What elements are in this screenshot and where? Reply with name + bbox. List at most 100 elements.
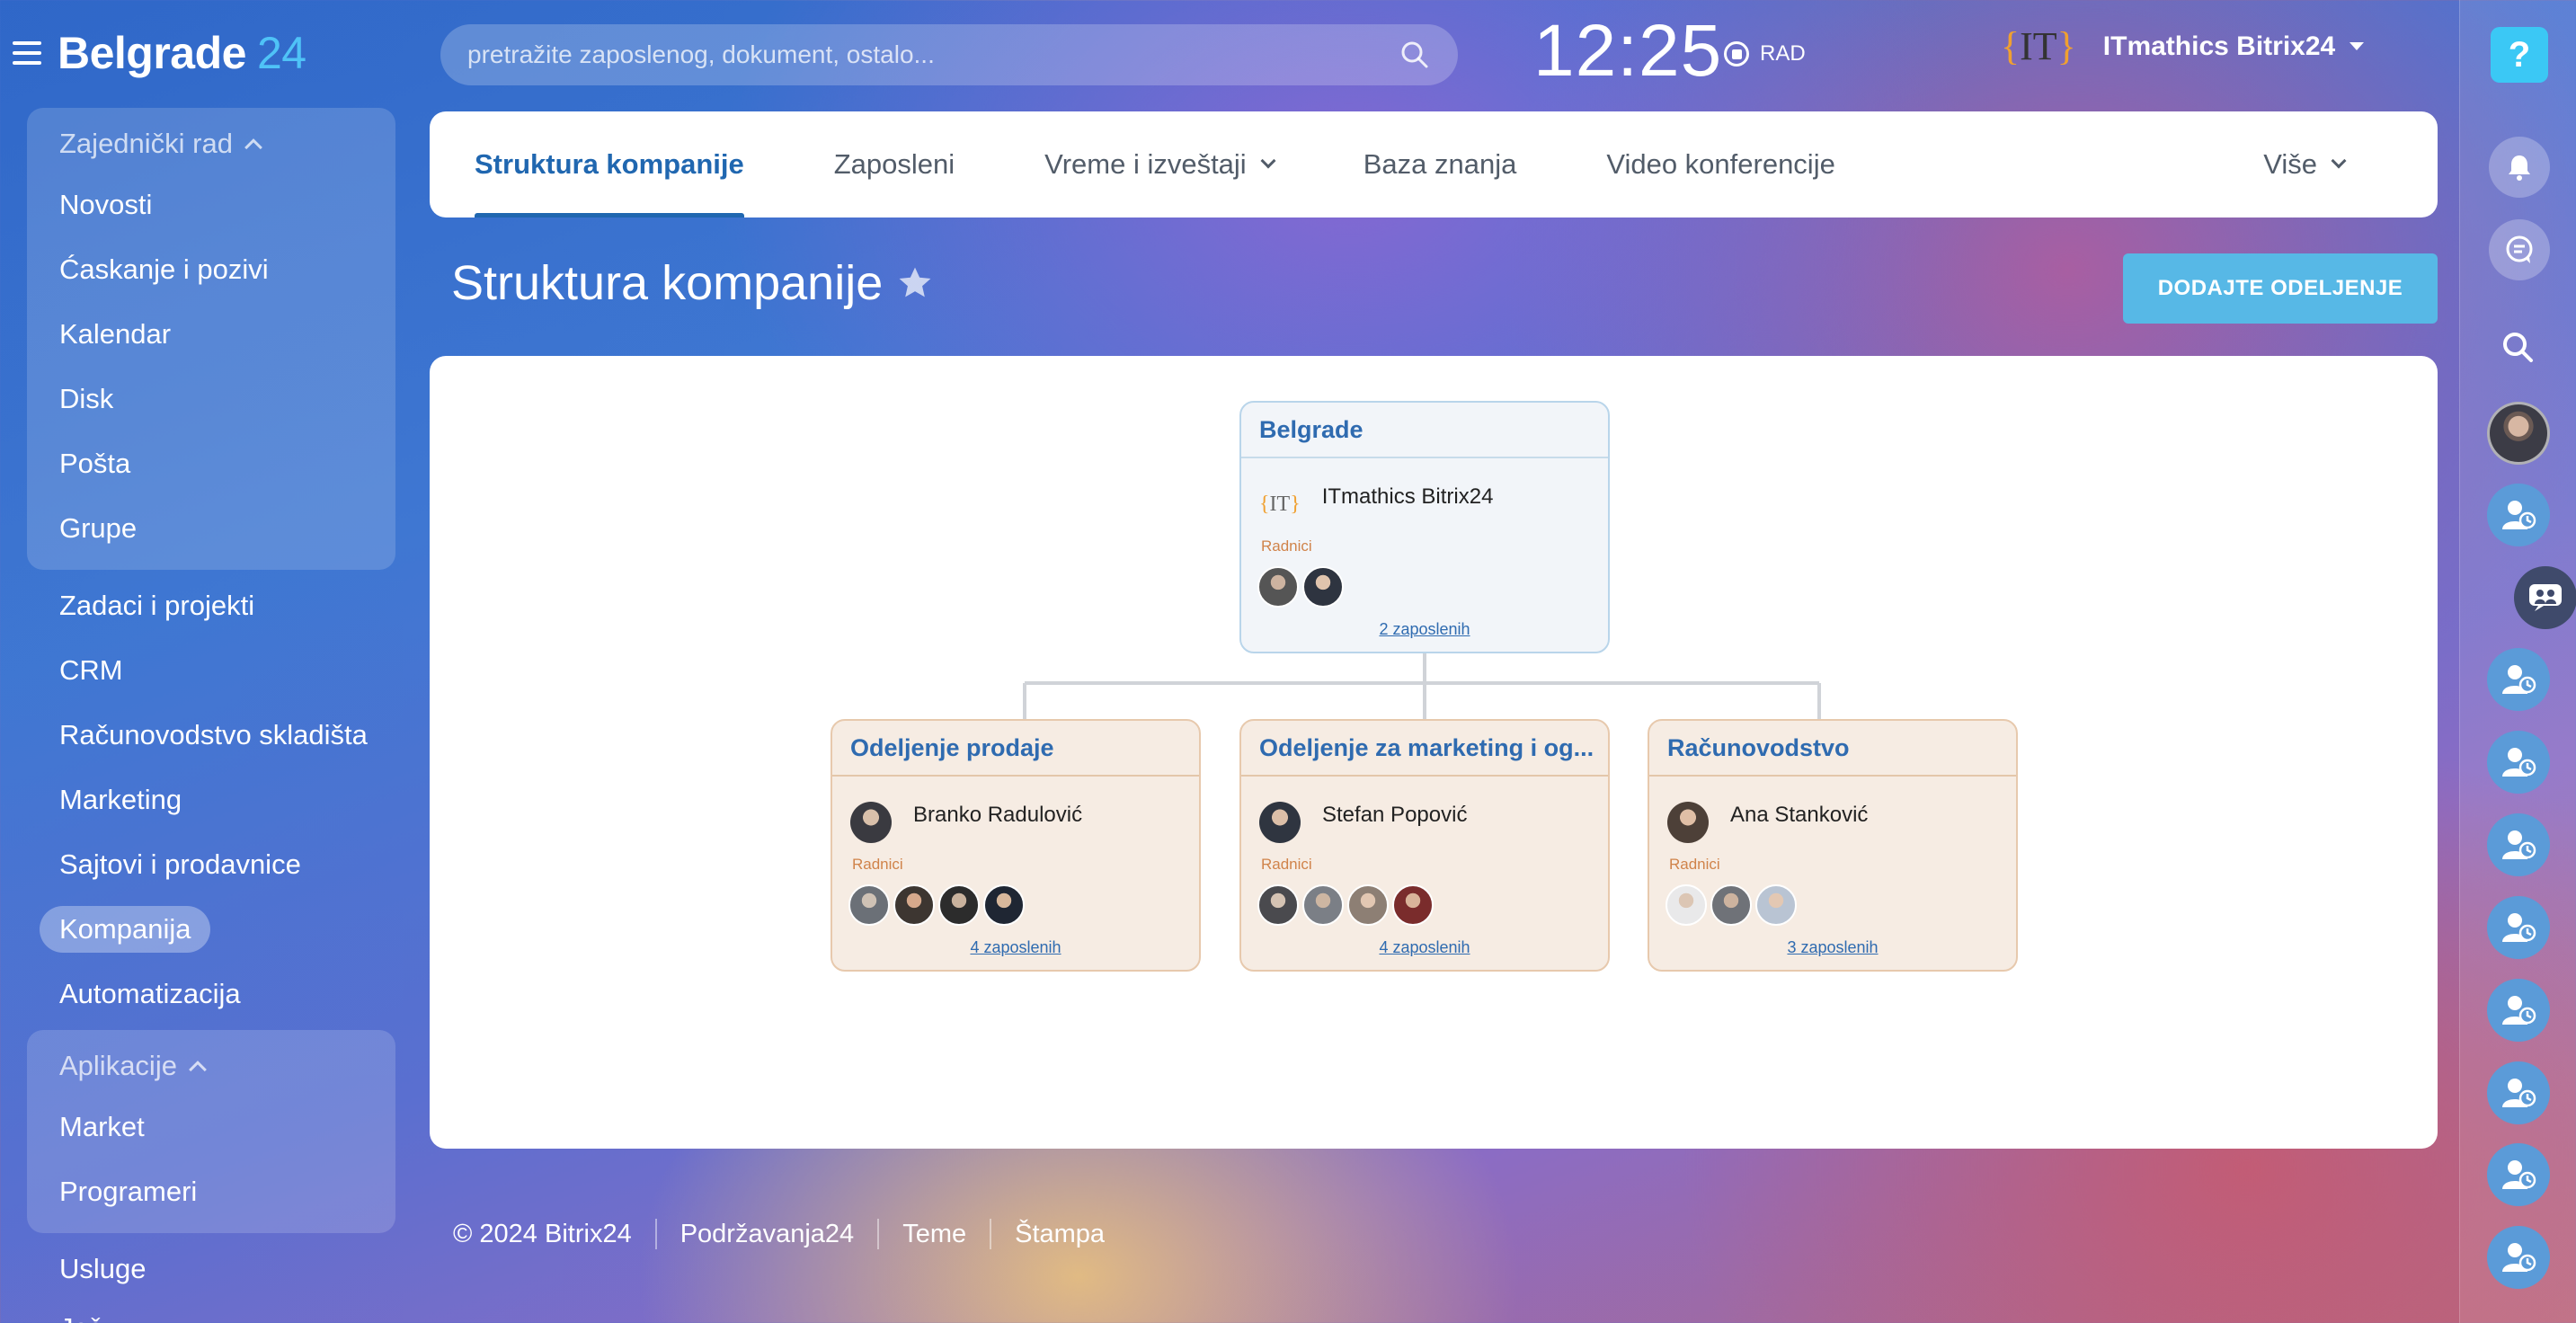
sidebar-item-usluge[interactable]: Usluge	[0, 1237, 413, 1301]
company-name: ITmathics Bitrix24	[2102, 31, 2336, 61]
tab-zaposleni[interactable]: Zaposleni	[834, 111, 955, 218]
head-avatar[interactable]	[1259, 802, 1301, 843]
tab-vreme[interactable]: Vreme i izveštaji	[1044, 111, 1276, 218]
sidebar-item-automatizacija[interactable]: Automatizacija	[0, 962, 413, 1026]
employee-avatar[interactable]	[893, 884, 935, 926]
sidebar-item-marketing[interactable]: Marketing	[0, 768, 413, 832]
right-rail: ?	[2459, 0, 2576, 1323]
contact-avatar-icon[interactable]	[2487, 731, 2550, 794]
employee-avatar[interactable]	[1302, 884, 1344, 926]
footer-link-print[interactable]: Štampa	[1015, 1220, 1105, 1249]
contact-avatar-icon[interactable]	[2487, 896, 2550, 959]
contact-avatar-icon[interactable]	[2487, 1061, 2550, 1124]
sidebar-item-kalendar[interactable]: Kalendar	[27, 302, 395, 367]
employee-avatar[interactable]	[1257, 566, 1299, 608]
chevron-down-icon	[2349, 42, 2365, 50]
node-head: {IT} ITmathics Bitrix24	[1241, 458, 1608, 534]
head-avatar[interactable]	[850, 802, 892, 843]
sidebar-item-grupe[interactable]: Grupe	[27, 496, 395, 561]
employee-avatars	[1241, 884, 1608, 928]
contact-avatar-icon[interactable]	[2487, 648, 2550, 711]
tab-video-konferencije[interactable]: Video konferencije	[1606, 111, 1835, 218]
head-name: Stefan Popović	[1322, 803, 1468, 827]
top-tabs: Struktura kompanije Zaposleni Vreme i iz…	[430, 111, 2438, 218]
clock[interactable]: 12:25	[1533, 9, 1722, 93]
tab-more[interactable]: Više	[2263, 111, 2347, 218]
search-bar[interactable]	[440, 24, 1458, 85]
employee-count-link[interactable]: 4 zaposlenih	[832, 938, 1199, 970]
employee-avatar[interactable]	[1710, 884, 1752, 926]
footer-divider	[990, 1219, 992, 1249]
search-input[interactable]	[467, 40, 1399, 69]
sidebar-more[interactable]: Još	[0, 1301, 413, 1323]
group-chat-icon[interactable]	[2514, 566, 2576, 629]
org-node-sales[interactable]: Odeljenje prodaje Branko Radulović Radni…	[831, 719, 1201, 972]
messenger-button[interactable]	[2489, 219, 2550, 280]
search-icon[interactable]	[1399, 39, 1431, 71]
employee-avatar[interactable]	[1392, 884, 1434, 926]
star-icon[interactable]	[895, 263, 935, 303]
contact-avatar-icon[interactable]	[2487, 484, 2550, 546]
employee-avatar[interactable]	[848, 884, 890, 926]
head-name: Branko Radulović	[913, 803, 1083, 827]
employee-avatars	[1241, 566, 1608, 609]
employee-avatar[interactable]	[1302, 566, 1344, 608]
head-avatar[interactable]	[1667, 802, 1709, 843]
org-node-marketing[interactable]: Odeljenje za marketing i og... Stefan Po…	[1239, 719, 1610, 972]
org-node-root[interactable]: Belgrade {IT} ITmathics Bitrix24 Radnici…	[1239, 401, 1610, 653]
contact-avatar-icon[interactable]	[2487, 979, 2550, 1042]
node-head: Ana Stanković	[1649, 777, 2016, 852]
notifications-button[interactable]	[2489, 137, 2550, 198]
head-name: ITmathics Bitrix24	[1321, 484, 1494, 509]
sidebar-item-posta[interactable]: Pošta	[27, 431, 395, 496]
sidebar-group-header[interactable]: Zajednički rad	[27, 115, 395, 173]
sidebar-item-market[interactable]: Market	[27, 1095, 395, 1159]
sidebar-item-sajtovi[interactable]: Sajtovi i prodavnice	[0, 832, 413, 897]
chevron-down-icon	[1260, 153, 1276, 169]
workers-label: Radnici	[852, 856, 903, 873]
contact-avatar-icon[interactable]	[2487, 1226, 2550, 1289]
sidebar-item-disk[interactable]: Disk	[27, 367, 395, 431]
contact-avatar-icon[interactable]	[2487, 813, 2550, 876]
employee-avatar[interactable]	[1666, 884, 1707, 926]
contact-avatar-icon[interactable]	[2487, 1143, 2550, 1206]
employee-count-link[interactable]: 3 zaposlenih	[1649, 938, 2016, 970]
sidebar-group-header[interactable]: Aplikacije	[27, 1037, 395, 1095]
company-menu[interactable]: {IT} ITmathics Bitrix24	[2001, 23, 2365, 69]
portal-logo[interactable]: Belgrade 24	[58, 27, 306, 79]
employee-avatar[interactable]	[1257, 884, 1299, 926]
employee-avatar[interactable]	[938, 884, 980, 926]
sidebar-item-caskanje[interactable]: Ćaskanje i pozivi	[27, 237, 395, 302]
help-button[interactable]: ?	[2491, 27, 2548, 83]
menu-burger-icon[interactable]	[13, 41, 41, 65]
employee-count-link[interactable]: 2 zaposlenih	[1241, 620, 1608, 652]
sidebar-item-racunovodstvo[interactable]: Računovodstvo skladišta	[0, 703, 413, 768]
page-title: Struktura kompanije	[451, 255, 935, 311]
employee-count-link[interactable]: 4 zaposlenih	[1241, 938, 1608, 970]
sidebar-item-zadaci[interactable]: Zadaci i projekti	[0, 573, 413, 638]
node-title: Računovodstvo	[1649, 721, 2016, 777]
logo-number: 24	[256, 28, 306, 78]
sidebar-item-kompanija[interactable]: Kompanija	[0, 897, 413, 962]
sidebar-item-programeri[interactable]: Programeri	[27, 1159, 395, 1224]
add-department-button[interactable]: DODAJTE ODELJENJE	[2123, 253, 2438, 324]
sidebar-item-crm[interactable]: CRM	[0, 638, 413, 703]
footer-link-support[interactable]: Podržavanja24	[680, 1220, 854, 1249]
tab-struktura[interactable]: Struktura kompanije	[475, 111, 744, 218]
employee-avatar[interactable]	[1347, 884, 1389, 926]
node-title: Odeljenje prodaje	[832, 721, 1199, 777]
search-icon[interactable]	[2492, 322, 2546, 376]
user-avatar[interactable]	[2487, 402, 2550, 465]
copyright: © 2024 Bitrix24	[453, 1219, 632, 1248]
chat-icon	[2506, 235, 2533, 263]
footer-link-themes[interactable]: Teme	[902, 1220, 966, 1249]
employee-avatar[interactable]	[1755, 884, 1797, 926]
work-status-label: RAD	[1760, 41, 1806, 66]
work-status[interactable]: RAD	[1724, 41, 1806, 67]
tab-baza-znanja[interactable]: Baza znanja	[1364, 111, 1517, 218]
org-node-accounting[interactable]: Računovodstvo Ana Stanković Radnici 3 za…	[1648, 719, 2018, 972]
employee-avatars	[832, 884, 1199, 928]
workers-label: Radnici	[1261, 537, 1312, 555]
sidebar-item-novosti[interactable]: Novosti	[27, 173, 395, 237]
employee-avatar[interactable]	[983, 884, 1025, 926]
